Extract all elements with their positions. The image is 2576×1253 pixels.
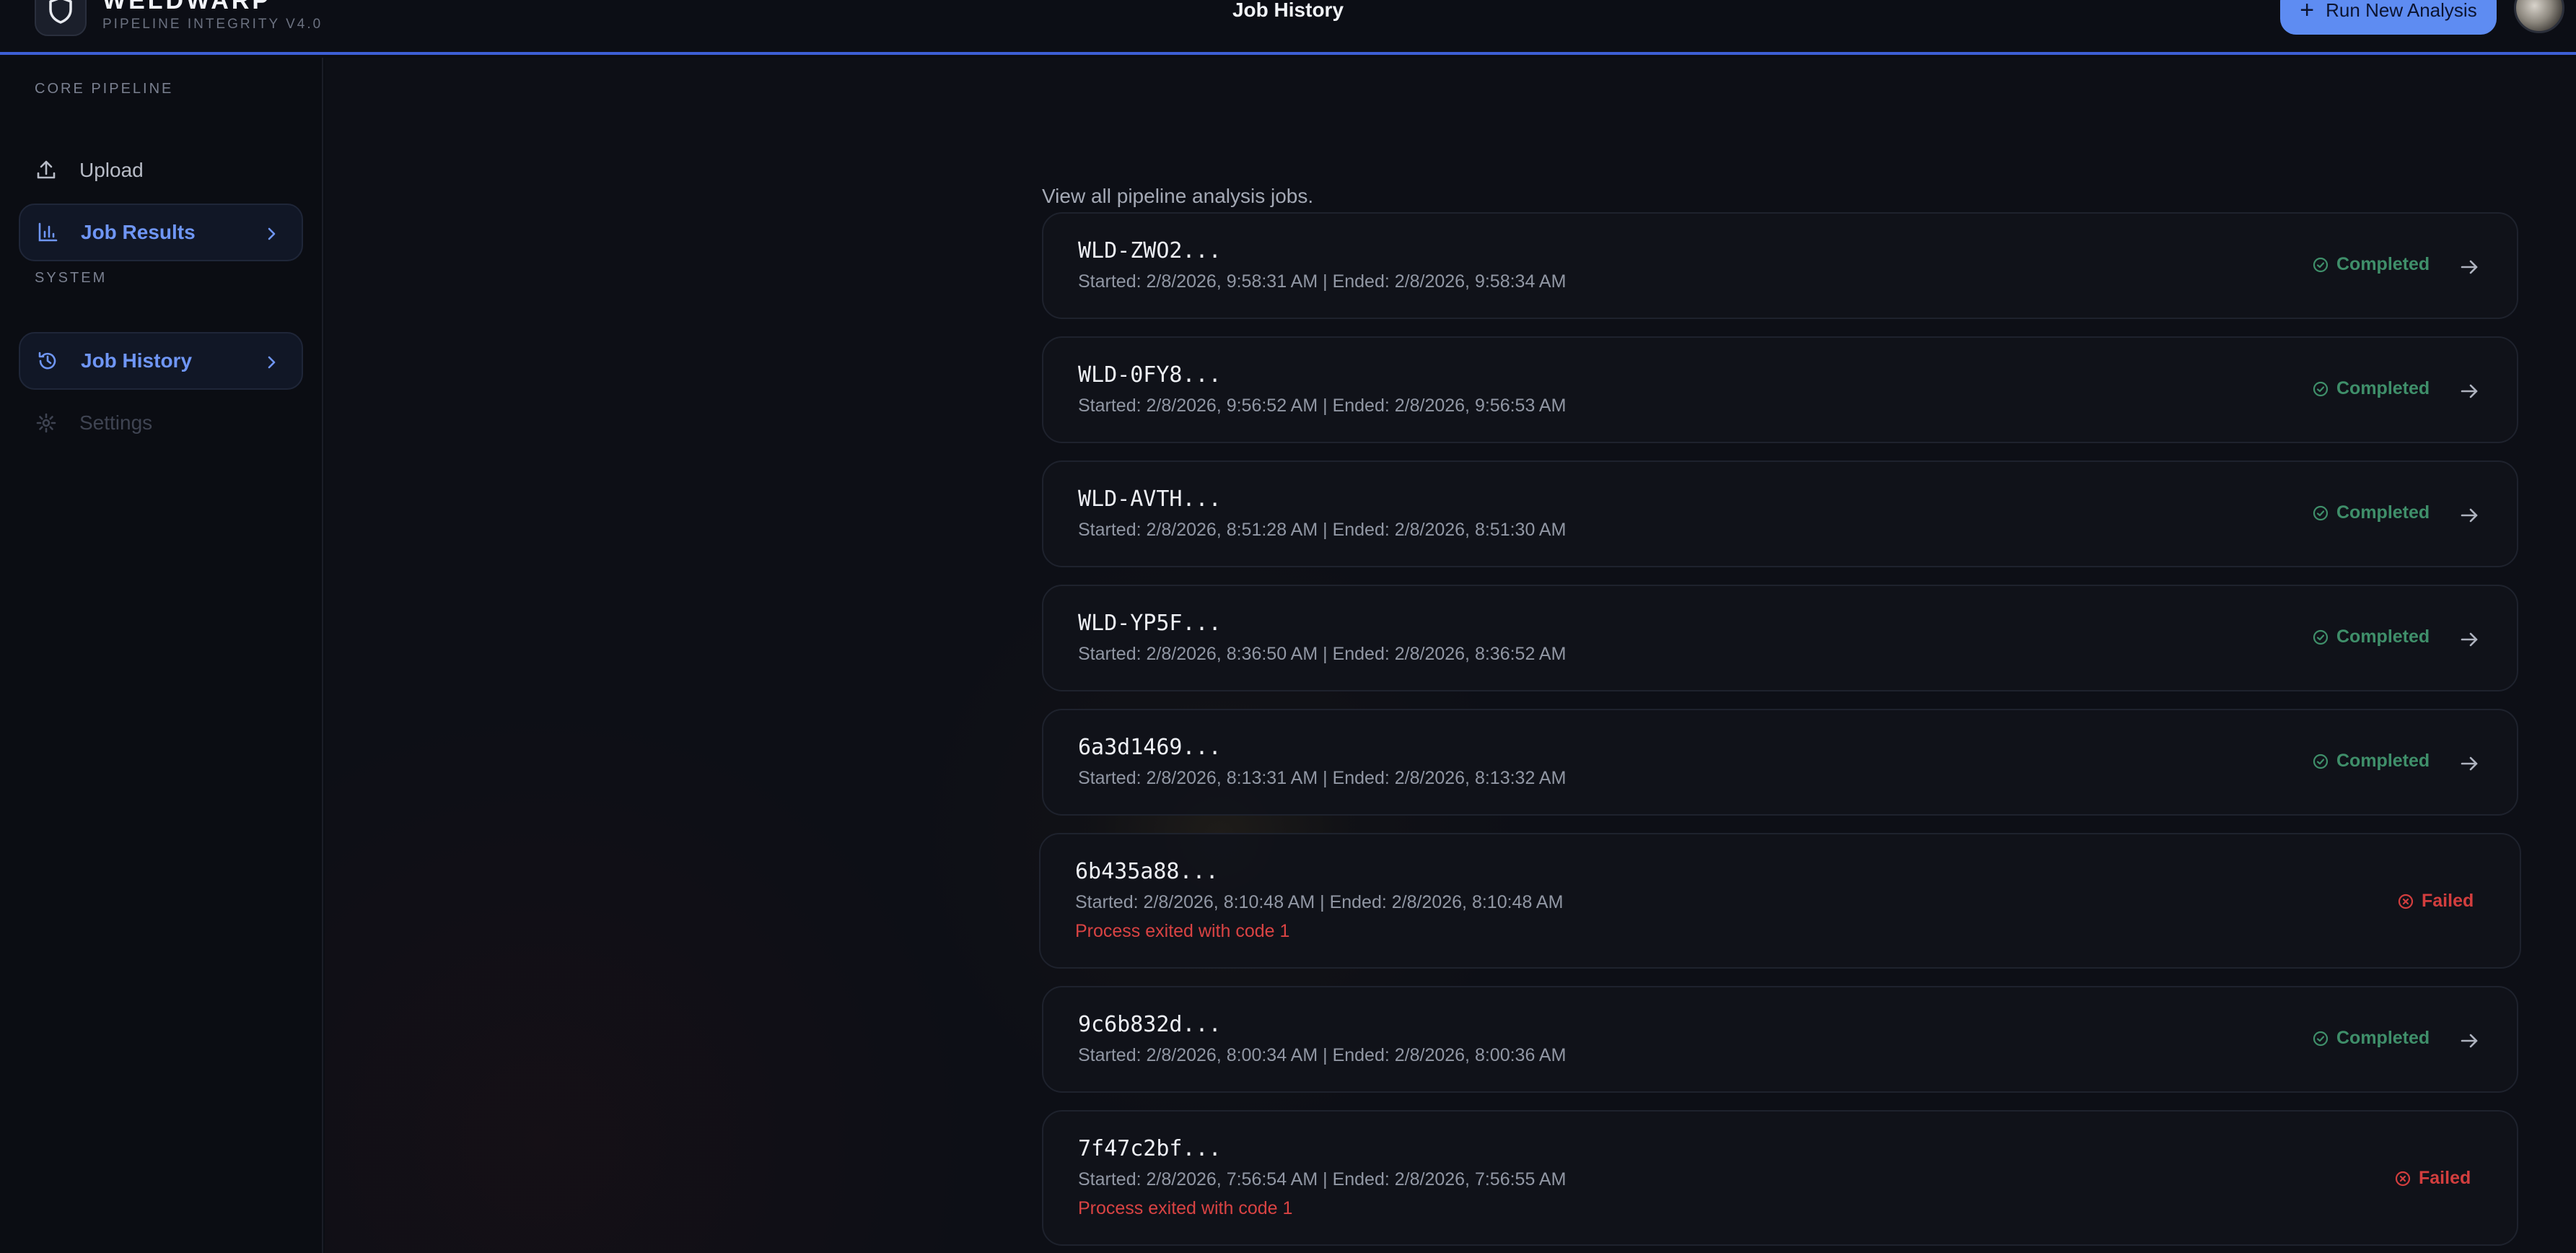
chevron-right-icon [263,224,280,244]
sidebar-item-job-results[interactable]: Job Results [19,204,303,261]
arrow-right-icon[interactable] [2458,504,2481,527]
status-label: Completed [2336,502,2430,523]
job-error-message: Process exited with code 1 [1078,1198,1293,1218]
status-badge: Failed [2394,1168,2471,1189]
job-id: 7f47c2bf... [1078,1136,1222,1161]
arrow-right-icon[interactable] [2458,628,2481,651]
status-badge: Completed [2312,626,2430,647]
sidebar-item-job-history[interactable]: Job History [19,332,303,390]
check-circle-icon [2313,257,2329,272]
job-times: Started: 2/8/2026, 8:36:50 AM | Ended: 2… [1078,644,1567,664]
section-label-core: CORE PIPELINE [35,81,174,97]
sidebar-item-label: Upload [79,159,144,181]
check-circle-icon [2313,381,2329,396]
status-label: Failed [2419,1168,2471,1188]
job-card[interactable]: WLD-YP5F... Started: 2/8/2026, 8:36:50 A… [1042,585,2518,691]
check-circle-icon [2313,754,2329,769]
sidebar-item-label: Settings [79,411,153,434]
job-card[interactable]: WLD-AVTH... Started: 2/8/2026, 8:51:28 A… [1042,460,2518,567]
arrow-right-icon[interactable] [2458,380,2481,403]
job-times: Started: 2/8/2026, 8:13:31 AM | Ended: 2… [1078,768,1567,788]
status-label: Failed [2422,891,2474,911]
status-label: Completed [2336,378,2430,398]
job-times: Started: 2/8/2026, 9:56:52 AM | Ended: 2… [1078,396,1567,416]
job-error-message: Process exited with code 1 [1075,921,1290,941]
status-badge: Completed [2312,1028,2430,1049]
job-card[interactable]: 7f47c2bf... Started: 2/8/2026, 7:56:54 A… [1042,1110,2518,1246]
top-bar: WELDWARP PIPELINE INTEGRITY V4.0 Job His… [0,0,2576,55]
x-circle-icon [2395,1171,2411,1186]
sidebar-item-label: Job Results [81,221,196,243]
sidebar-item-label: Job History [81,349,193,372]
sidebar-item-settings[interactable]: Settings [19,394,303,452]
sidebar: CORE PIPELINE Upload Job Results SYSTEM … [0,58,323,1253]
status-label: Completed [2336,626,2430,647]
job-times: Started: 2/8/2026, 8:51:28 AM | Ended: 2… [1078,520,1567,540]
job-id: WLD-ZWO2... [1078,238,1222,263]
avatar[interactable] [2514,0,2564,33]
job-id: 6a3d1469... [1078,735,1222,760]
status-label: Completed [2336,254,2430,274]
arrow-right-icon[interactable] [2458,1029,2481,1052]
page-title: Job History [1232,0,1344,21]
job-card[interactable]: WLD-ZWO2... Started: 2/8/2026, 9:58:31 A… [1042,212,2518,319]
x-circle-icon [2398,894,2414,909]
chevron-right-icon [263,352,280,372]
status-badge: Completed [2312,254,2430,275]
check-circle-icon [2313,505,2329,520]
job-id: WLD-0FY8... [1078,362,1222,388]
status-badge: Failed [2397,891,2474,912]
status-label: Completed [2336,1028,2430,1048]
sidebar-item-upload[interactable]: Upload [19,141,303,199]
arrow-right-icon[interactable] [2458,256,2481,279]
job-times: Started: 2/8/2026, 7:56:54 AM | Ended: 2… [1078,1169,1567,1189]
status-badge: Completed [2312,751,2430,772]
run-new-analysis-button[interactable]: + Run New Analysis [2280,0,2497,35]
job-times: Started: 2/8/2026, 8:10:48 AM | Ended: 2… [1075,892,1564,912]
check-circle-icon [2313,629,2329,645]
section-label-system: SYSTEM [35,270,108,286]
arrow-right-icon[interactable] [2458,752,2481,775]
job-id: 6b435a88... [1075,859,1219,884]
status-badge: Completed [2312,502,2430,523]
page-subtitle: View all pipeline analysis jobs. [1042,185,1314,207]
status-badge: Completed [2312,378,2430,399]
run-new-analysis-label: Run New Analysis [2326,0,2477,21]
check-circle-icon [2313,1031,2329,1046]
job-card[interactable]: WLD-0FY8... Started: 2/8/2026, 9:56:52 A… [1042,336,2518,443]
job-id: WLD-AVTH... [1078,486,1222,512]
job-times: Started: 2/8/2026, 8:00:34 AM | Ended: 2… [1078,1045,1567,1065]
plus-icon: + [2300,0,2315,24]
upload-icon [35,159,58,182]
job-times: Started: 2/8/2026, 9:58:31 AM | Ended: 2… [1078,271,1567,292]
job-card[interactable]: 6b435a88... Started: 2/8/2026, 8:10:48 A… [1039,833,2521,969]
job-card[interactable]: 9c6b832d... Started: 2/8/2026, 8:00:34 A… [1042,986,2518,1093]
bar-chart-icon [36,221,59,244]
status-label: Completed [2336,751,2430,771]
gear-icon [35,411,58,435]
main-content: View all pipeline analysis jobs. WLD-ZWO… [325,58,2576,1253]
job-id: 9c6b832d... [1078,1012,1222,1037]
job-id: WLD-YP5F... [1078,611,1222,636]
history-icon [36,349,59,372]
job-card[interactable]: 6a3d1469... Started: 2/8/2026, 8:13:31 A… [1042,709,2518,816]
